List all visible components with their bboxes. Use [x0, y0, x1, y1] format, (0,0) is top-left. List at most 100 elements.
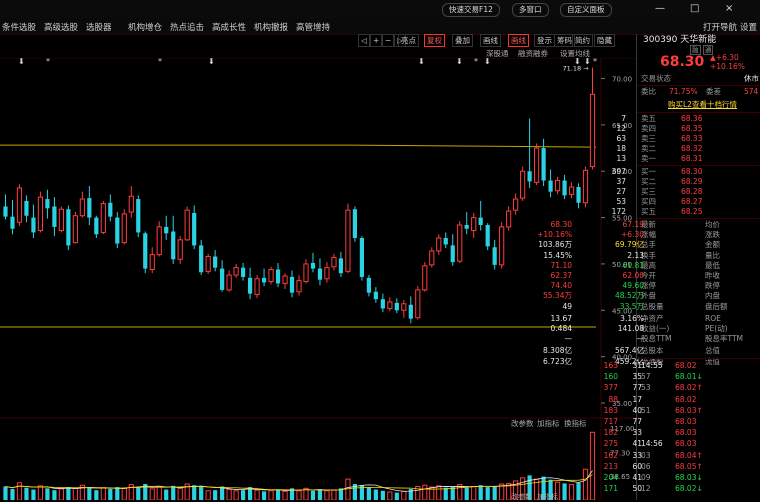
volume-bar-down	[45, 488, 50, 500]
volume-bar-up	[156, 485, 162, 500]
candle-body-up	[16, 187, 23, 223]
multi-window-button[interactable]: 多窗口	[512, 3, 549, 17]
tick-price: 68.03	[675, 428, 697, 438]
stat-value: 141.08	[617, 324, 644, 333]
volume-bar-up	[457, 484, 463, 500]
tick-time: 14:55	[641, 361, 663, 370]
candle-body-down	[94, 217, 99, 235]
settings-link[interactable]: 设置	[740, 21, 757, 33]
menu-item-institution-add[interactable]: 机构增仓	[128, 21, 162, 33]
menu-item-advanced-select[interactable]: 高级选股	[44, 21, 78, 33]
candle-body-down	[261, 277, 267, 283]
volume-bar-up	[58, 488, 64, 500]
candle-body-up	[401, 303, 407, 311]
candle-body-down	[359, 237, 364, 277]
candle-body-down	[136, 199, 141, 233]
ask-volume: 7	[621, 114, 626, 123]
volume-bar-down	[240, 490, 246, 500]
volume-bar-up	[268, 490, 274, 500]
l2-upgrade-link[interactable]: 购买L2查看十档行情	[668, 100, 737, 111]
menu-item-institution-report[interactable]: 机构撤报	[254, 21, 288, 33]
candle-body-down	[289, 276, 295, 293]
bid-label: 买三	[641, 187, 656, 196]
trade-guide-link[interactable]: 打开导航	[703, 21, 737, 33]
candle-body-up	[499, 226, 505, 266]
candle-body-up	[589, 93, 596, 168]
stat-value: 103.86万	[538, 240, 572, 250]
stat-label: ROE	[705, 313, 721, 323]
event-marker: ⬇	[18, 58, 25, 66]
volume-bar-down	[576, 482, 581, 500]
menu-item-stock-picker[interactable]: 选股器	[86, 21, 112, 33]
ask-label: 卖四	[641, 124, 656, 133]
stat-value: 55.34万	[543, 291, 572, 301]
event-marker: ⬇	[456, 58, 463, 66]
bid-volume: 27	[616, 187, 626, 196]
menu-item-high-growth[interactable]: 高成长性	[212, 21, 246, 33]
kline-chart[interactable]: 70.0065.0060.0055.0050.0045.0040.0035.00…	[0, 58, 636, 500]
volume-bar-down	[492, 485, 497, 500]
candle-body-up	[582, 169, 589, 204]
volume-bar-down	[310, 490, 316, 500]
candle-body-up	[205, 256, 211, 272]
tick-count: 41	[632, 473, 642, 482]
tick-volume: 377	[603, 383, 618, 393]
volume-bar-down	[52, 490, 57, 500]
menu-item-hot-chase[interactable]: 热点追击	[170, 21, 204, 33]
bid-volume: 172	[611, 207, 626, 216]
vol-bottom-params[interactable]: 改参数	[511, 492, 532, 502]
tick-time: 06	[641, 461, 651, 471]
candle-body-down	[338, 258, 344, 274]
candle-body-up	[128, 195, 134, 213]
minimize-button[interactable]: —	[655, 3, 665, 15]
tick-volume: 162	[603, 450, 618, 460]
stat-label: 量比	[705, 250, 720, 260]
stat-value: 0.484	[550, 324, 572, 333]
order-diff-label: 委差	[706, 87, 721, 96]
candle-body-down	[562, 180, 567, 196]
stat-value: 69.79亿	[615, 240, 644, 250]
volume-bar-down	[261, 491, 267, 500]
ytick-label: 70.00	[612, 76, 632, 84]
vol-tab-params[interactable]: 改参数	[511, 418, 534, 429]
menu-item-exec-increase[interactable]: 高管增持	[296, 21, 330, 33]
candlestick-series	[3, 67, 596, 324]
volume-bar-down	[394, 492, 399, 500]
bid-volume: 397	[611, 167, 626, 176]
menu-item-condition-select[interactable]: 条件选股	[2, 21, 36, 33]
volume-bar-up	[16, 482, 23, 500]
candle-body-down	[199, 245, 204, 273]
tick-count: 50	[632, 484, 642, 494]
custom-panel-button[interactable]: 自定义面板	[560, 3, 612, 17]
close-button[interactable]: ×	[725, 3, 733, 15]
tick-volume: 163	[603, 361, 618, 370]
stat-value: 33.5万	[619, 301, 644, 311]
stat-label: 昨收	[705, 271, 720, 280]
vol-tab-switch[interactable]: 换指标	[564, 418, 587, 429]
volume-bar-down	[464, 487, 469, 500]
maximize-button[interactable]: □	[690, 3, 699, 15]
tick-price: 68.02	[675, 361, 697, 370]
candle-body-up	[324, 267, 330, 280]
stat-value: 61.81	[622, 260, 644, 270]
tick-price: 68.03↓	[675, 473, 703, 482]
candle-body-down	[52, 206, 57, 227]
volume-bar-down	[317, 489, 323, 500]
volume-bar-down	[192, 485, 197, 500]
stat-label: 最低	[705, 260, 720, 270]
stat-value: 48.52万	[615, 291, 644, 301]
candle-body-up	[387, 301, 393, 309]
tick-time: 03	[641, 450, 651, 460]
tick-price: 68.03	[675, 439, 697, 449]
candle-body-down	[310, 263, 316, 269]
candle-body-up	[471, 217, 477, 232]
event-marker: ⬇	[584, 58, 591, 66]
bid-label: 买五	[641, 207, 656, 216]
vol-tab-add[interactable]: 加指标	[537, 418, 560, 429]
volume-bar-up	[401, 490, 407, 500]
candle-body-up	[520, 170, 526, 199]
quick-trade-button[interactable]: 快速交易F12	[442, 3, 500, 17]
vol-bottom-add[interactable]: 加指标	[537, 492, 558, 502]
candle-body-down	[115, 217, 120, 244]
candle-body-up	[268, 269, 274, 283]
